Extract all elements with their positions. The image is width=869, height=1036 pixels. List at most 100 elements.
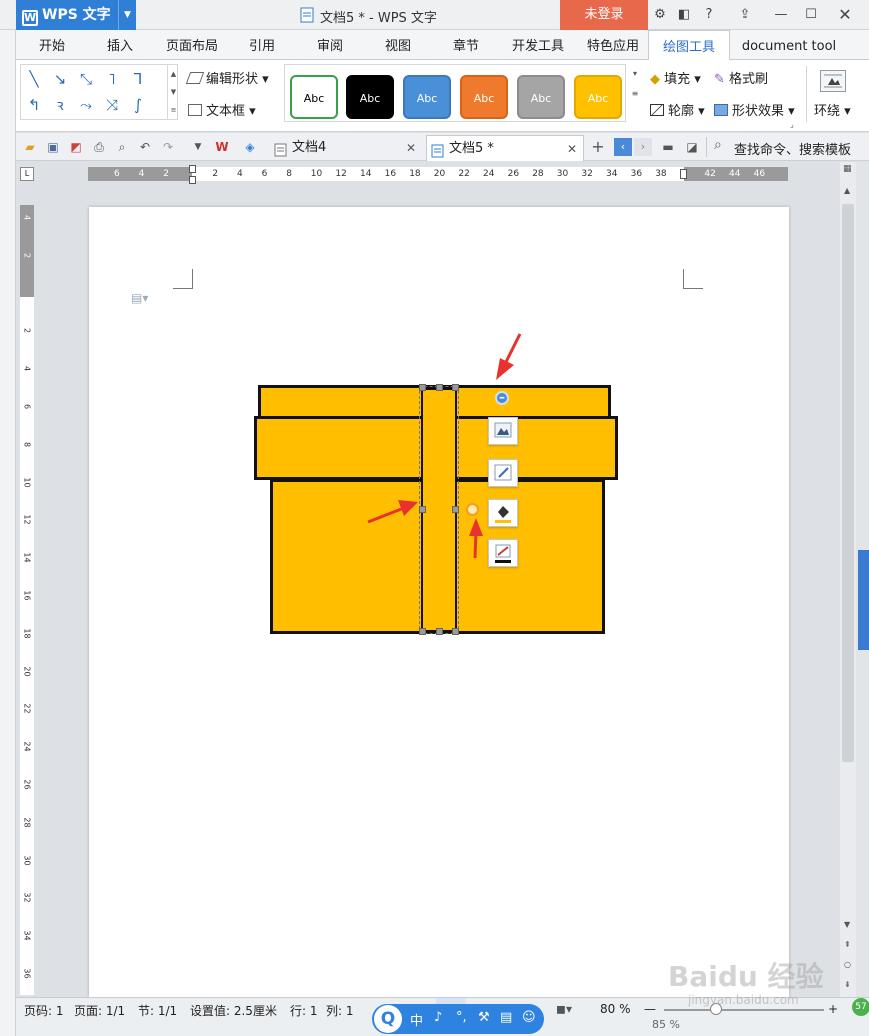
minimize-icon[interactable]: — <box>772 6 790 24</box>
next-page-icon[interactable]: ⇟ <box>844 980 851 989</box>
scroll-down-icon[interactable]: ▼ <box>844 920 850 929</box>
style-swatch[interactable]: Abc <box>574 75 622 119</box>
left-indent-marker[interactable] <box>189 176 196 184</box>
skin-icon[interactable]: ◧ <box>675 6 693 24</box>
wrap-button[interactable]: 环绕 ▾ <box>814 100 851 119</box>
redo-icon[interactable]: ↷ <box>160 139 176 155</box>
dialog-launcher-icon[interactable]: ⌟ <box>790 120 794 129</box>
tab-scroll-left-icon[interactable]: ‹ <box>614 138 632 156</box>
tab-view[interactable]: 视图 <box>372 30 424 60</box>
style-swatch[interactable]: Abc <box>403 75 451 119</box>
style-swatch[interactable]: Abc <box>517 75 565 119</box>
style-gallery-more[interactable]: ▾ ≡ <box>630 64 640 122</box>
eye-protect-icon[interactable]: ◼▾ <box>556 1002 572 1016</box>
tab-document-tool[interactable]: document tool <box>736 30 842 60</box>
curved-double-arrow-icon[interactable]: ⤨ <box>101 95 123 115</box>
settings-icon[interactable]: ⚙ <box>651 6 669 24</box>
close-icon[interactable]: ✕ <box>836 6 854 24</box>
resize-handle[interactable] <box>452 628 459 635</box>
login-button[interactable]: 未登录 <box>560 0 648 30</box>
doc-tab-5[interactable]: 文档5 * ✕ <box>426 135 584 161</box>
outline-button[interactable]: 轮廓 ▾ <box>650 100 705 119</box>
freeform-curve-icon[interactable]: ∫ <box>127 95 149 115</box>
close-tab-icon[interactable]: ✕ <box>406 135 416 161</box>
elbow-connector-icon[interactable]: ˥ <box>101 69 123 89</box>
tab-review[interactable]: 审阅 <box>304 30 356 60</box>
prev-page-icon[interactable]: ⇞ <box>844 940 851 949</box>
ime-moon-icon[interactable]: ♪ <box>434 1010 442 1025</box>
tab-developer[interactable]: 开发工具 <box>506 30 570 60</box>
shape-effects-button[interactable]: 形状效果 ▾ <box>714 100 795 119</box>
curved-connector-icon[interactable]: ꝛ <box>49 95 71 115</box>
fill-button[interactable]: ◆ 填充 ▾ <box>650 68 701 87</box>
customize-dropdown-icon[interactable]: ▼ <box>190 139 206 155</box>
edit-shape-button[interactable]: 编辑形状 ▾ <box>185 68 269 87</box>
ime-logo-icon[interactable]: Q <box>374 1005 402 1033</box>
arrow-line-icon[interactable]: ↘ <box>49 69 71 89</box>
style-swatch[interactable]: Abc <box>290 75 338 119</box>
scroll-up-icon[interactable]: ▲ <box>844 186 850 195</box>
maximize-icon[interactable]: ☐ <box>802 6 820 24</box>
wps-home-icon[interactable]: W <box>214 139 230 155</box>
print-preview-icon[interactable]: ⌕ <box>114 139 130 155</box>
tab-stop-selector[interactable]: L <box>20 167 34 181</box>
format-painter-button[interactable]: ✎ 格式刷 <box>714 68 768 87</box>
browse-object-icon[interactable]: ○ <box>844 960 851 969</box>
undo-icon[interactable]: ↶ <box>137 139 153 155</box>
curved-arrow-connector-icon[interactable]: ⤳ <box>75 95 97 115</box>
zoom-slider[interactable] <box>664 1009 824 1011</box>
tab-insert[interactable]: 插入 <box>92 30 148 60</box>
feedback-icon[interactable]: ◪ <box>684 139 700 155</box>
page-style-icon[interactable]: ▦ <box>843 164 852 174</box>
scrollbar-thumb[interactable] <box>842 204 854 762</box>
cloud-icon[interactable]: ◈ <box>242 139 258 155</box>
side-panel-toggle[interactable] <box>858 550 869 650</box>
help-icon[interactable]: ? <box>700 6 718 24</box>
ime-mode[interactable]: 中 <box>410 1010 423 1029</box>
export-pdf-icon[interactable]: ◩ <box>68 139 84 155</box>
gallery-scroll[interactable]: ▲ ▼ ≡ <box>167 65 179 119</box>
ime-punct-icon[interactable]: °, <box>456 1010 467 1025</box>
ime-clipboard-icon[interactable]: ▤ <box>500 1010 512 1025</box>
resize-handle[interactable] <box>419 628 426 635</box>
command-search[interactable]: ⌕ 查找命令、搜索模板 <box>712 136 862 158</box>
style-swatch[interactable]: Abc <box>346 75 394 119</box>
print-icon[interactable]: ⎙ <box>91 139 107 155</box>
zoom-level[interactable]: 80 % <box>600 1002 631 1016</box>
text-box-button[interactable]: 文本框 ▾ <box>188 100 256 119</box>
open-icon[interactable]: ▰ <box>22 139 38 155</box>
app-menu-button[interactable]: W WPS 文字 ▼ <box>16 0 136 30</box>
update-badge[interactable]: 57 <box>852 998 869 1016</box>
doc-tab-4[interactable]: 文档4 ✕ <box>270 135 422 161</box>
tab-section[interactable]: 章节 <box>440 30 492 60</box>
ime-emoji-icon[interactable]: ☺ <box>522 1010 536 1025</box>
tab-special[interactable]: 特色应用 <box>578 30 648 60</box>
ime-tools-icon[interactable]: ⚒ <box>478 1010 490 1025</box>
double-arrow-line-icon[interactable]: ⤡ <box>75 69 97 89</box>
resize-handle[interactable] <box>436 628 443 635</box>
vertical-scrollbar[interactable]: ▦ ▲ ▼ ⇞ ○ ⇟ <box>840 162 856 997</box>
new-tab-icon[interactable]: + <box>590 139 606 155</box>
elbow-arrow-connector-icon[interactable]: ⅂ <box>127 69 149 89</box>
zoom-in-icon[interactable]: + <box>828 1002 838 1016</box>
vertical-ruler[interactable]: 422468101214161820222426283032343638 <box>20 205 34 1016</box>
tab-drawing-tools[interactable]: 绘图工具 <box>648 30 730 61</box>
right-indent-marker[interactable] <box>680 169 687 179</box>
tab-home[interactable]: 开始 <box>24 30 80 60</box>
elbow-double-arrow-icon[interactable]: ↰ <box>23 95 45 115</box>
close-tab-icon[interactable]: ✕ <box>567 136 577 162</box>
paste-options-icon[interactable]: ▤▾ <box>131 291 148 305</box>
line-icon[interactable]: ╲ <box>23 69 45 89</box>
zoom-out-icon[interactable]: — <box>644 1002 656 1016</box>
share-icon[interactable]: ⇪ <box>736 6 754 24</box>
style-swatch[interactable]: Abc <box>460 75 508 119</box>
tab-scroll-right-icon[interactable]: › <box>634 138 652 156</box>
ime-toolbar[interactable]: Q 中 ♪ °, ⚒ ▤ ☺ <box>372 1004 544 1034</box>
tab-page-layout[interactable]: 页面布局 <box>160 30 224 60</box>
horizontal-ruler[interactable]: 6 4 2 2 4 6 8 10 12 14 16 18 20 22 24 26 28 30 32 34 36 38 42 4… <box>88 165 788 184</box>
chevron-down-icon[interactable]: ▼ <box>118 0 136 30</box>
first-indent-marker[interactable] <box>189 165 196 173</box>
tab-references[interactable]: 引用 <box>236 30 288 60</box>
save-icon[interactable]: ▣ <box>45 139 61 155</box>
tab-list-icon[interactable]: ▬ <box>660 139 676 155</box>
